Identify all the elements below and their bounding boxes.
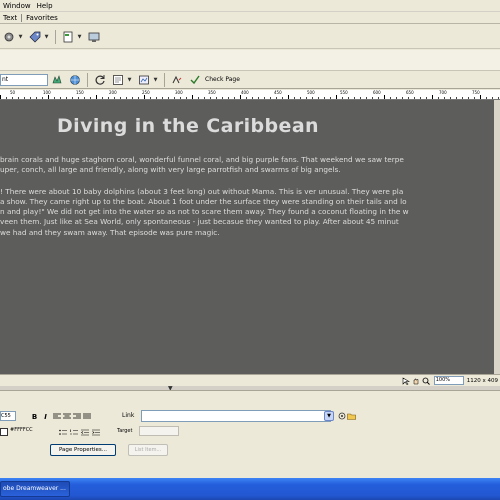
page-heading: Diving in the Caribbean (57, 115, 319, 137)
ruler-label: 650 (406, 90, 414, 95)
ruler-label: 600 (373, 90, 381, 95)
text-color-swatch[interactable] (0, 428, 8, 436)
insert-tab-bar: Text Favorites (0, 12, 500, 24)
zoom-tool-icon[interactable] (422, 377, 430, 385)
toolbar-separator (55, 29, 56, 44)
paragraph-line: a show. They came right up to the boat. … (0, 197, 407, 206)
ruler-label: 250 (142, 90, 150, 95)
page-properties-button[interactable]: Page Properties... (50, 444, 116, 456)
ruler-label: 400 (241, 90, 249, 95)
justify-button[interactable] (82, 412, 91, 421)
panel-gap (0, 50, 500, 71)
point-to-file-icon[interactable] (337, 411, 346, 420)
horizontal-ruler: 50 100 150 200 250 300 350 400 450 500 550 600 650 70… (0, 90, 500, 100)
globe-icon[interactable] (68, 73, 82, 87)
paragraph-line: veen them. Just like at Sea World, only … (0, 217, 399, 226)
status-bar: 100% 1120 x 409 (0, 374, 500, 386)
ruler-label: 700 (439, 90, 447, 95)
ruler-label: 50 (10, 90, 16, 95)
size-field[interactable]: C55 (0, 411, 16, 421)
windows-taskbar: obe Dreamweaver ... (0, 478, 500, 500)
align-right-button[interactable] (72, 412, 81, 421)
monitor-icon[interactable] (87, 30, 101, 44)
paragraph-line: uper, conch, all large and friendly, alo… (0, 165, 341, 174)
check-page-icon[interactable] (188, 73, 202, 87)
italic-button[interactable]: I (41, 412, 50, 421)
ruler-label: 100 (43, 90, 51, 95)
text-outdent-icon[interactable] (81, 428, 89, 436)
ruler-label: 450 (274, 90, 282, 95)
workspace-gap (0, 460, 500, 478)
property-inspector: C55 B I Link ▼ #FFFFCC Target Page Prope… (0, 390, 500, 460)
tag-icon[interactable] (28, 30, 42, 44)
link-input[interactable] (141, 410, 331, 422)
ruler-label: 350 (208, 90, 216, 95)
design-view[interactable]: Diving in the Caribbean brain corals and… (0, 100, 500, 374)
taskbar-item-dreamweaver[interactable]: obe Dreamweaver ... (0, 481, 70, 497)
chevron-down-icon[interactable]: ▼ (127, 73, 132, 87)
refresh-icon[interactable] (93, 73, 107, 87)
template-icon[interactable] (61, 30, 75, 44)
insert-toolbar: ▼ ▼ ▼ (0, 25, 500, 49)
target-label: Target (117, 428, 133, 434)
paragraph-line: brain corals and huge staghorn coral, wo… (0, 155, 404, 164)
pointer-tool-icon[interactable] (402, 376, 410, 385)
check-page-button[interactable]: Check Page (205, 76, 240, 83)
view-options-icon[interactable] (111, 73, 125, 87)
visual-aids-icon[interactable] (137, 73, 151, 87)
ruler-label: 150 (76, 90, 84, 95)
menu-bar: Window Help (0, 0, 500, 12)
folder-icon[interactable] (347, 411, 356, 420)
window-size[interactable]: 1120 x 409 (467, 378, 498, 384)
ruler-label: 750 (472, 90, 480, 95)
ordered-list-icon[interactable] (70, 428, 78, 436)
file-management-icon[interactable] (50, 73, 64, 87)
tab-favorites[interactable]: Favorites (23, 14, 61, 22)
chevron-down-icon[interactable]: ▼ (324, 411, 334, 421)
text-color-value[interactable]: #FFFFCC (10, 427, 33, 433)
menu-help[interactable]: Help (34, 2, 56, 10)
paragraph-line: n and play!" We did not get into the wat… (0, 207, 409, 216)
paragraph-line: we had and they swam away. That episode … (0, 228, 220, 237)
tab-separator (21, 13, 23, 22)
chevron-down-icon[interactable]: ▼ (44, 30, 49, 44)
target-select[interactable] (139, 426, 179, 436)
align-left-button[interactable] (52, 412, 61, 421)
toolbar-separator (164, 72, 165, 87)
list-item-button: List Item... (128, 444, 168, 456)
unordered-list-icon[interactable] (59, 428, 67, 436)
ruler-label: 300 (175, 90, 183, 95)
tab-text[interactable]: Text (0, 14, 20, 22)
media-icon[interactable] (2, 30, 16, 44)
chevron-down-icon[interactable]: ▼ (77, 30, 82, 44)
chevron-down-icon[interactable]: ▼ (153, 73, 158, 87)
ruler-label: 550 (340, 90, 348, 95)
hand-tool-icon[interactable] (412, 377, 420, 385)
chevron-down-icon[interactable]: ▼ (18, 30, 23, 44)
zoom-select[interactable]: 100% (433, 376, 464, 385)
bold-button[interactable]: B (30, 412, 39, 421)
align-center-button[interactable] (62, 412, 71, 421)
document-title-field[interactable]: nt (0, 73, 48, 86)
ruler-label: 500 (307, 90, 315, 95)
link-label: Link (122, 412, 135, 419)
ruler-label: 200 (109, 90, 117, 95)
document-toolbar: nt ▼ ▼ Check Page (0, 71, 500, 89)
validate-markup-icon[interactable] (170, 73, 184, 87)
toolbar-separator (87, 72, 88, 87)
paragraph-line: ! There were about 10 baby dolphins (abo… (0, 187, 404, 196)
text-indent-icon[interactable] (92, 428, 100, 436)
menu-window[interactable]: Window (0, 2, 34, 10)
